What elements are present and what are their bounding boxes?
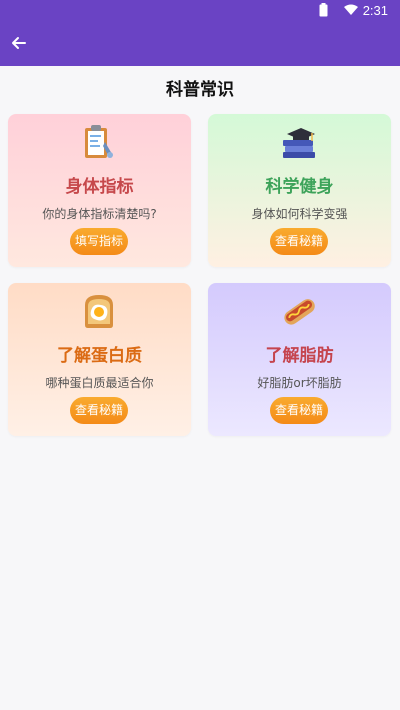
fill-metrics-button[interactable]: 填写指标 (70, 228, 128, 255)
card-body-metrics: 身体指标 你的身体指标清楚吗? 填写指标 (8, 114, 191, 267)
card-title: 了解脂肪 (265, 346, 334, 366)
wifi-icon (344, 4, 358, 15)
page-title: 科普常识 (166, 80, 234, 100)
view-tips-button[interactable]: 查看秘籍 (70, 397, 128, 424)
hotdog-icon (284, 299, 315, 325)
status-time: 2:31 (362, 3, 388, 18)
card-subtitle: 身体如何科学变强 (251, 207, 348, 221)
card-subtitle: 好脂肪or坏脂肪 (257, 376, 342, 390)
card-title: 科学健身 (265, 177, 334, 197)
view-tips-button[interactable]: 查看秘籍 (270, 397, 328, 424)
card-fat: 了解脂肪 好脂肪or坏脂肪 查看秘籍 (208, 283, 391, 436)
clipboard-icon (85, 125, 113, 158)
card-subtitle: 哪种蛋白质最适合你 (45, 376, 154, 390)
battery-icon (319, 3, 328, 17)
back-arrow-icon[interactable] (9, 33, 29, 53)
card-title: 身体指标 (65, 177, 134, 197)
fried-egg-toast-icon (85, 295, 113, 328)
card-subtitle: 你的身体指标清楚吗? (42, 207, 157, 221)
app-bar: 2:31 (0, 0, 400, 66)
card-title: 了解蛋白质 (57, 346, 142, 366)
card-fitness: 科学健身 身体如何科学变强 查看秘籍 (208, 114, 391, 267)
card-protein: 了解蛋白质 哪种蛋白质最适合你 查看秘籍 (8, 283, 191, 436)
books-icon (283, 128, 315, 158)
view-tips-button[interactable]: 查看秘籍 (270, 228, 328, 255)
